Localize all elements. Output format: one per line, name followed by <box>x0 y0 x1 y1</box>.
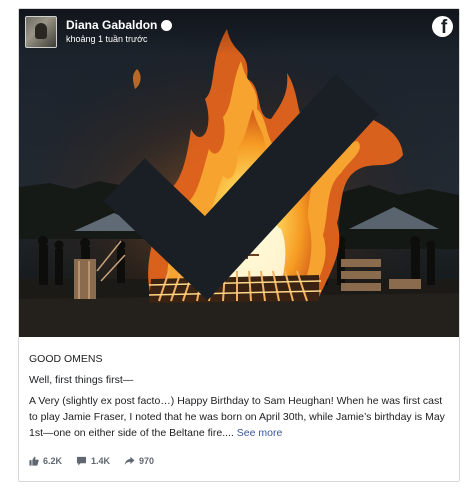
author-info: Diana Gabaldon khoảng 1 tuần trước <box>66 18 379 301</box>
post-header: Diana Gabaldon khoảng 1 tuần trước f <box>19 9 459 301</box>
thumbs-up-icon <box>29 456 39 466</box>
share-icon <box>124 456 135 466</box>
author-row: Diana Gabaldon <box>66 18 379 301</box>
facebook-icon[interactable]: f <box>432 16 453 37</box>
comments-count[interactable]: 1.4K <box>76 456 110 466</box>
post-intro: Well, first things first— <box>29 374 134 386</box>
engagement-stats: 6.2K 1.4K 970 <box>29 456 168 466</box>
likes-count[interactable]: 6.2K <box>29 456 62 466</box>
post-text: GOOD OMENS Well, first things first— A V… <box>29 353 449 441</box>
comment-icon <box>76 456 87 466</box>
comments-value: 1.4K <box>91 456 111 466</box>
see-more-link[interactable]: See more <box>237 427 283 439</box>
shares-value: 970 <box>139 456 155 466</box>
post-photo-bonfire[interactable]: Diana Gabaldon khoảng 1 tuần trước f <box>19 9 459 337</box>
shares-count[interactable]: 970 <box>124 456 154 466</box>
verified-check-icon <box>103 20 379 301</box>
facebook-post-card: Diana Gabaldon khoảng 1 tuần trước f GOO… <box>18 8 460 482</box>
likes-value: 6.2K <box>43 456 63 466</box>
post-heading: GOOD OMENS <box>29 353 103 365</box>
post-body: A Very (slightly ex post facto…) Happy B… <box>29 393 449 441</box>
